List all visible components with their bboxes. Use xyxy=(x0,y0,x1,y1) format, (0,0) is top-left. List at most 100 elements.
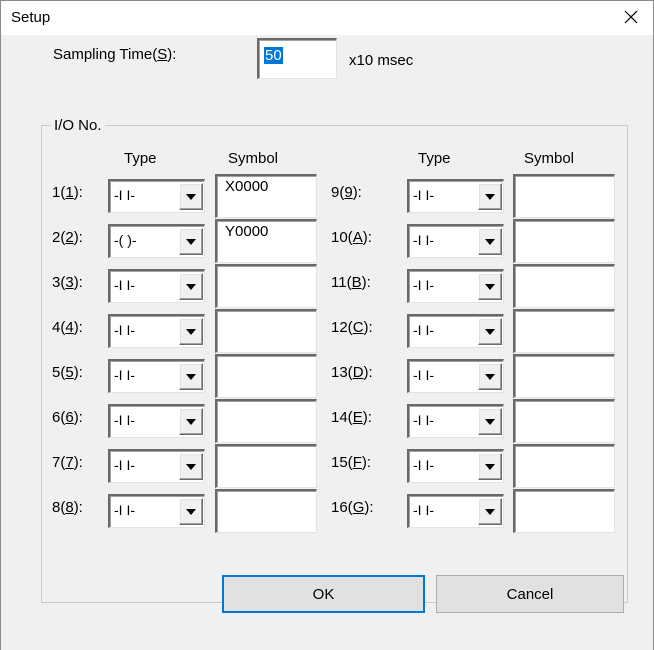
dropdown-button[interactable] xyxy=(478,498,502,525)
dropdown-button[interactable] xyxy=(478,408,502,435)
io-label-left-5: 5(5): xyxy=(52,364,83,381)
type-select-value: -I I- xyxy=(114,412,135,428)
type-select-value: -I I- xyxy=(114,322,135,338)
close-button[interactable] xyxy=(609,1,653,33)
symbol-input-left-6[interactable] xyxy=(215,399,317,443)
dropdown-button[interactable] xyxy=(478,363,502,390)
type-select-left-4[interactable]: -I I- xyxy=(108,314,205,348)
io-label-left-6: 6(6): xyxy=(52,409,83,426)
chevron-down-icon xyxy=(186,373,196,380)
io-label-left-1: 1(1): xyxy=(52,184,83,201)
dropdown-button[interactable] xyxy=(478,318,502,345)
type-select-value: -I I- xyxy=(413,412,434,428)
type-select-left-6[interactable]: -I I- xyxy=(108,404,205,438)
symbol-input-right-8[interactable] xyxy=(513,489,615,533)
type-select-left-8[interactable]: -I I- xyxy=(108,494,205,528)
type-select-value: -I I- xyxy=(413,232,434,248)
type-select-left-3[interactable]: -I I- xyxy=(108,269,205,303)
io-label-left-3: 3(3): xyxy=(52,274,83,291)
chevron-down-icon xyxy=(485,283,495,290)
symbol-input-right-7[interactable] xyxy=(513,444,615,488)
dropdown-button[interactable] xyxy=(179,498,203,525)
dropdown-button[interactable] xyxy=(179,183,203,210)
io-label-left-4: 4(4): xyxy=(52,319,83,336)
symbol-input-right-3[interactable] xyxy=(513,264,615,308)
type-select-value: -I I- xyxy=(114,367,135,383)
symbol-input-left-7[interactable] xyxy=(215,444,317,488)
type-select-value: -I I- xyxy=(114,277,135,293)
io-label-left-8: 8(8): xyxy=(52,499,83,516)
type-select-value: -I I- xyxy=(413,187,434,203)
dropdown-button[interactable] xyxy=(179,273,203,300)
ok-button[interactable]: OK xyxy=(222,575,425,613)
io-label-right-2: 10(A): xyxy=(331,229,372,246)
dropdown-button[interactable] xyxy=(179,453,203,480)
symbol-header-left: Symbol xyxy=(228,150,279,167)
type-select-value: -I I- xyxy=(413,277,434,293)
type-header-left: Type xyxy=(124,150,157,167)
type-select-value: -I I- xyxy=(413,367,434,383)
setup-dialog: Setup Sampling Time(S): 50 x10 msec I/O … xyxy=(0,0,654,650)
type-select-left-2[interactable]: -( )- xyxy=(108,224,205,258)
dropdown-button[interactable] xyxy=(478,273,502,300)
symbol-input-left-3[interactable] xyxy=(215,264,317,308)
type-select-right-8[interactable]: -I I- xyxy=(407,494,504,528)
type-select-right-2[interactable]: -I I- xyxy=(407,224,504,258)
dropdown-button[interactable] xyxy=(478,228,502,255)
sampling-unit-label: x10 msec xyxy=(349,52,414,69)
dropdown-button[interactable] xyxy=(179,318,203,345)
symbol-input-left-4[interactable] xyxy=(215,309,317,353)
type-select-right-5[interactable]: -I I- xyxy=(407,359,504,393)
chevron-down-icon xyxy=(485,508,495,515)
chevron-down-icon xyxy=(186,238,196,245)
title-bar[interactable]: Setup xyxy=(1,1,653,35)
symbol-input-left-2[interactable]: Y0000 xyxy=(215,219,317,263)
cancel-button[interactable]: Cancel xyxy=(436,575,624,613)
symbol-input-right-6[interactable] xyxy=(513,399,615,443)
window-title: Setup xyxy=(11,9,51,26)
symbol-input-left-8[interactable] xyxy=(215,489,317,533)
chevron-down-icon xyxy=(485,328,495,335)
chevron-down-icon xyxy=(186,418,196,425)
type-select-value: -I I- xyxy=(413,322,434,338)
io-label-right-4: 12(C): xyxy=(331,319,373,336)
dropdown-button[interactable] xyxy=(179,408,203,435)
io-label-right-8: 16(G): xyxy=(331,499,374,516)
type-select-right-4[interactable]: -I I- xyxy=(407,314,504,348)
symbol-input-right-2[interactable] xyxy=(513,219,615,263)
close-icon xyxy=(624,10,638,24)
io-label-right-3: 11(B): xyxy=(331,274,371,291)
type-select-right-3[interactable]: -I I- xyxy=(407,269,504,303)
type-select-value: -I I- xyxy=(114,502,135,518)
chevron-down-icon xyxy=(485,418,495,425)
chevron-down-icon xyxy=(186,328,196,335)
dropdown-button[interactable] xyxy=(179,228,203,255)
chevron-down-icon xyxy=(186,193,196,200)
dropdown-button[interactable] xyxy=(478,453,502,480)
chevron-down-icon xyxy=(485,238,495,245)
type-select-left-5[interactable]: -I I- xyxy=(108,359,205,393)
symbol-input-left-1[interactable]: X0000 xyxy=(215,174,317,218)
symbol-input-right-4[interactable] xyxy=(513,309,615,353)
type-header-right: Type xyxy=(418,150,451,167)
symbol-input-right-1[interactable] xyxy=(513,174,615,218)
type-select-right-6[interactable]: -I I- xyxy=(407,404,504,438)
io-group-legend: I/O No. xyxy=(51,117,105,134)
io-label-right-5: 13(D): xyxy=(331,364,373,381)
type-select-right-7[interactable]: -I I- xyxy=(407,449,504,483)
type-select-right-1[interactable]: -I I- xyxy=(407,179,504,213)
type-select-value: -I I- xyxy=(413,457,434,473)
type-select-left-7[interactable]: -I I- xyxy=(108,449,205,483)
sampling-time-label: Sampling Time(S): xyxy=(53,46,177,63)
symbol-input-left-5[interactable] xyxy=(215,354,317,398)
dropdown-button[interactable] xyxy=(179,363,203,390)
dropdown-button[interactable] xyxy=(478,183,502,210)
sampling-time-input[interactable]: 50 xyxy=(257,38,337,79)
type-select-left-1[interactable]: -I I- xyxy=(108,179,205,213)
chevron-down-icon xyxy=(485,373,495,380)
chevron-down-icon xyxy=(485,193,495,200)
io-label-right-7: 15(F): xyxy=(331,454,372,471)
type-select-value: -I I- xyxy=(114,187,135,203)
symbol-input-right-5[interactable] xyxy=(513,354,615,398)
chevron-down-icon xyxy=(186,283,196,290)
